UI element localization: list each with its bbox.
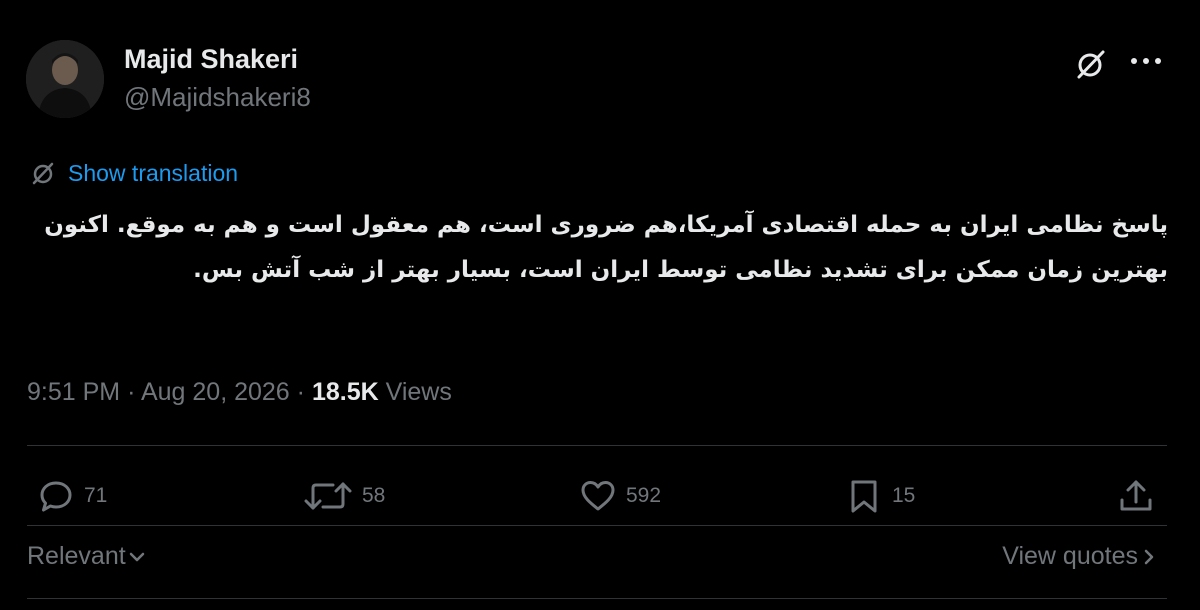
tweet-text: پاسخ نظامی ایران به حمله اقتصادی آمریکا،… (44, 212, 1168, 283)
divider (27, 525, 1167, 526)
tweet-date[interactable]: Aug 20, 2026 (141, 378, 290, 406)
chevron-down-icon (129, 552, 144, 561)
chevron-right-icon (1144, 549, 1154, 564)
divider (27, 598, 1167, 599)
author-name[interactable]: Majid Shakeri (124, 44, 298, 75)
repost-icon (304, 482, 352, 510)
translate-icon (32, 162, 54, 185)
author-handle[interactable]: @Majidshakeri8 (124, 82, 311, 113)
reply-count: 71 (84, 484, 108, 507)
share-icon (1120, 480, 1152, 511)
show-translation-link[interactable]: Show translation (68, 160, 238, 187)
avatar[interactable] (26, 40, 104, 118)
view-quotes-link[interactable]: View quotes (1002, 542, 1160, 571)
tweet-time[interactable]: 9:51 PM (27, 378, 120, 406)
repost-button[interactable]: 58 (302, 474, 385, 518)
views-label: Views (385, 378, 452, 406)
view-quotes-label: View quotes (1002, 542, 1138, 570)
bookmark-icon (851, 480, 877, 513)
divider (27, 445, 1167, 446)
like-button[interactable]: 592 (578, 474, 661, 518)
reply-icon (40, 481, 72, 512)
sort-relevant-dropdown[interactable]: Relevant (27, 542, 148, 571)
reply-button[interactable]: 71 (36, 474, 107, 518)
meta-separator: · (127, 378, 136, 406)
like-count: 592 (626, 484, 662, 507)
more-icon[interactable] (1126, 46, 1166, 76)
grok-icon[interactable] (1073, 46, 1109, 82)
heart-icon (581, 481, 615, 511)
avatar-photo (26, 40, 104, 118)
bookmark-count: 15 (892, 484, 916, 507)
views-count: 18.5K (311, 378, 379, 406)
translate-row: Show translation (30, 158, 238, 188)
sort-label: Relevant (27, 542, 126, 570)
repost-count: 58 (362, 484, 386, 507)
bookmark-button[interactable]: 15 (844, 474, 915, 518)
tweet-meta: 9:51 PM · Aug 20, 2026 · 18.5K Views (27, 378, 452, 407)
meta-separator: · (296, 378, 305, 406)
share-button[interactable] (1116, 474, 1156, 518)
